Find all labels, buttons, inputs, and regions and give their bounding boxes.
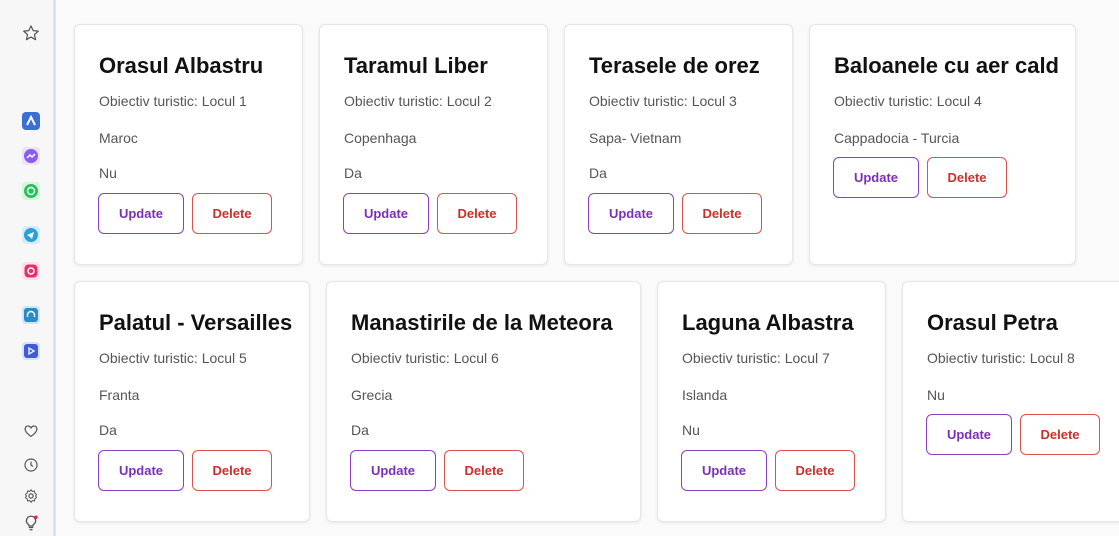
heart-icon[interactable] xyxy=(22,422,40,440)
card-subtitle: Obiectiv turistic: Locul 5 xyxy=(99,350,247,366)
card-location: Copenhaga xyxy=(344,130,417,146)
card-location: Islanda xyxy=(682,387,728,403)
card-location: Sapa- Vietnam xyxy=(589,130,682,146)
browser-sidebar xyxy=(0,0,56,536)
card-subtitle: Obiectiv turistic: Locul 8 xyxy=(927,350,1075,366)
update-button[interactable]: Update xyxy=(926,414,1012,455)
card-answer: Da xyxy=(589,165,607,181)
card-title: Laguna Albastra xyxy=(682,310,854,335)
card-title: Manastirile de la Meteora xyxy=(351,310,613,335)
card-subtitle: Obiectiv turistic: Locul 3 xyxy=(589,93,737,109)
card-answer: Nu xyxy=(682,422,700,438)
star-icon[interactable] xyxy=(22,24,40,42)
card-title: Palatul - Versailles xyxy=(99,310,293,335)
whatsapp-icon[interactable] xyxy=(22,182,40,200)
delete-button[interactable]: Delete xyxy=(192,193,272,234)
destination-card: Laguna Albastra Obiectiv turistic: Locul… xyxy=(657,281,886,522)
card-subtitle: Obiectiv turistic: Locul 7 xyxy=(682,350,830,366)
card-location: Nu xyxy=(927,387,945,403)
delete-button[interactable]: Delete xyxy=(192,450,272,491)
delete-button[interactable]: Delete xyxy=(775,450,855,491)
arc-icon[interactable] xyxy=(22,112,40,130)
messenger-icon[interactable] xyxy=(22,147,40,165)
card-title: Orasul Petra xyxy=(927,310,1058,335)
card-location: Cappadocia - Turcia xyxy=(834,130,960,146)
card-title: Baloanele cu aer cald xyxy=(834,53,1059,78)
card-answer: Da xyxy=(344,165,362,181)
delete-button[interactable]: Delete xyxy=(927,157,1007,198)
destination-card: Baloanele cu aer cald Obiectiv turistic:… xyxy=(809,24,1076,265)
update-button[interactable]: Update xyxy=(833,157,919,198)
card-answer: Da xyxy=(99,422,117,438)
destination-card: Terasele de orez Obiectiv turistic: Locu… xyxy=(564,24,793,265)
card-subtitle: Obiectiv turistic: Locul 2 xyxy=(344,93,492,109)
update-button[interactable]: Update xyxy=(350,450,436,491)
update-button[interactable]: Update xyxy=(588,193,674,234)
update-button[interactable]: Update xyxy=(98,193,184,234)
card-subtitle: Obiectiv turistic: Locul 6 xyxy=(351,350,499,366)
destination-card: Orasul Petra Obiectiv turistic: Locul 8 … xyxy=(902,281,1119,522)
card-title: Taramul Liber xyxy=(344,53,488,78)
update-button[interactable]: Update xyxy=(343,193,429,234)
delete-button[interactable]: Delete xyxy=(437,193,517,234)
card-title: Orasul Albastru xyxy=(99,53,264,78)
bulb-icon[interactable] xyxy=(22,514,40,532)
headphones-icon[interactable] xyxy=(22,306,40,324)
telegram-icon[interactable] xyxy=(22,226,40,244)
settings-icon[interactable] xyxy=(22,487,40,505)
delete-button[interactable]: Delete xyxy=(682,193,762,234)
update-button[interactable]: Update xyxy=(681,450,767,491)
destination-card: Orasul Albastru Obiectiv turistic: Locul… xyxy=(74,24,303,265)
cards-container: Orasul Albastru Obiectiv turistic: Locul… xyxy=(60,0,1119,536)
destination-card: Taramul Liber Obiectiv turistic: Locul 2… xyxy=(319,24,548,265)
delete-button[interactable]: Delete xyxy=(444,450,524,491)
instagram-icon[interactable] xyxy=(22,262,40,280)
card-answer: Nu xyxy=(99,165,117,181)
clock-icon[interactable] xyxy=(22,456,40,474)
destination-card: Manastirile de la Meteora Obiectiv turis… xyxy=(326,281,641,522)
card-subtitle: Obiectiv turistic: Locul 1 xyxy=(99,93,247,109)
player-icon[interactable] xyxy=(22,342,40,360)
destination-card: Palatul - Versailles Obiectiv turistic: … xyxy=(74,281,310,522)
card-title: Terasele de orez xyxy=(589,53,760,78)
card-location: Grecia xyxy=(351,387,393,403)
card-answer: Da xyxy=(351,422,369,438)
card-location: Maroc xyxy=(99,130,138,146)
card-subtitle: Obiectiv turistic: Locul 4 xyxy=(834,93,982,109)
card-location: Franta xyxy=(99,387,140,403)
update-button[interactable]: Update xyxy=(98,450,184,491)
delete-button[interactable]: Delete xyxy=(1020,414,1100,455)
